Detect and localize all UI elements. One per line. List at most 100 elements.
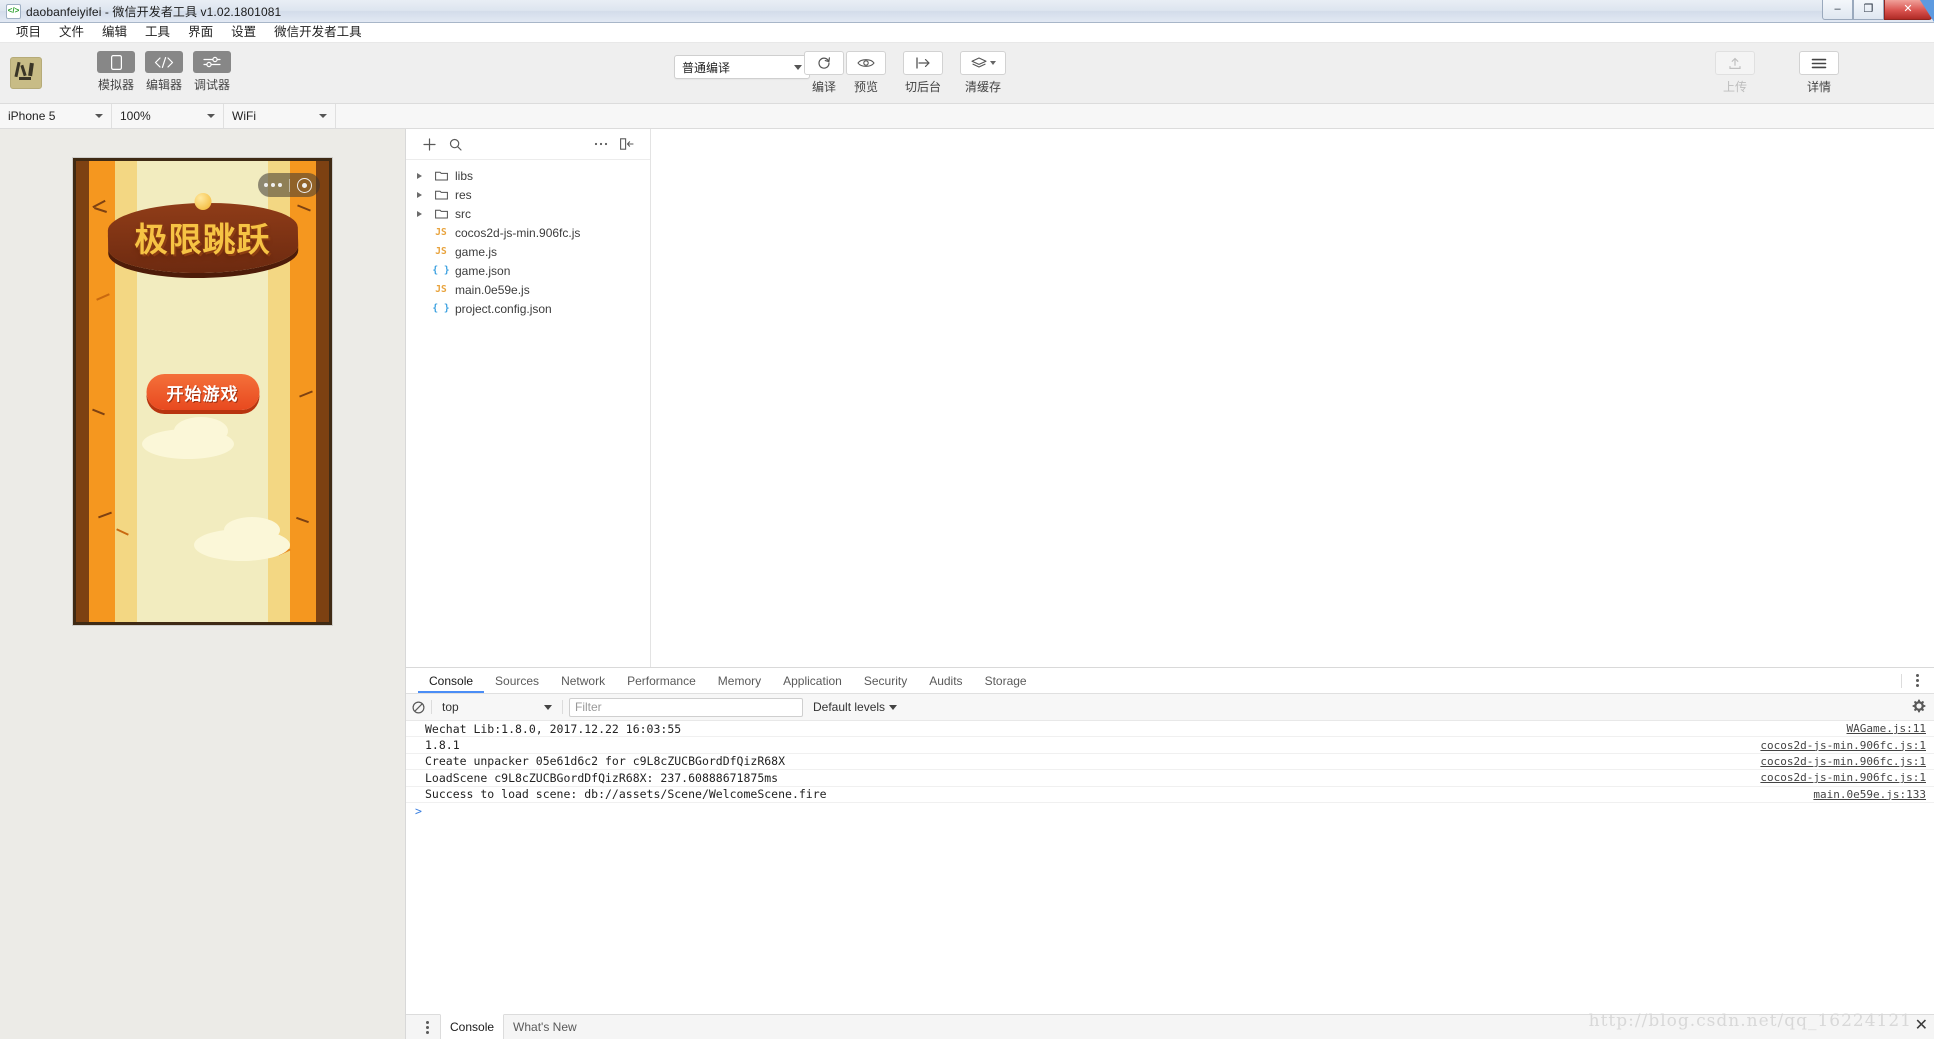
- toolbar-button-upload[interactable]: 上传: [1714, 51, 1756, 95]
- devtools-upper: libs res: [406, 129, 1934, 667]
- console-log-message: Success to load scene: db://assets/Scene…: [425, 787, 827, 801]
- chevron-down-icon: [95, 114, 103, 118]
- menu-item-file[interactable]: 文件: [50, 23, 93, 42]
- game-title: 极限跳跃: [135, 213, 271, 261]
- gear-icon[interactable]: [1912, 699, 1926, 713]
- drawer-menu-icon[interactable]: [418, 1018, 436, 1036]
- tree-row-game-js[interactable]: JS game.js: [406, 242, 650, 261]
- layers-icon: [960, 51, 1006, 75]
- device-select[interactable]: iPhone 5: [0, 104, 112, 128]
- menu-item-project[interactable]: 项目: [7, 23, 50, 42]
- phone-frame: 极限跳跃 开始游戏: [73, 158, 332, 625]
- compile-mode-select[interactable]: 普通编译: [674, 55, 810, 79]
- toolbar-button-simulator[interactable]: 模拟器: [95, 51, 137, 93]
- tab-sources[interactable]: Sources: [484, 668, 550, 693]
- tree-row-src[interactable]: src: [406, 204, 650, 223]
- file-tree-list: libs res: [406, 160, 650, 667]
- minimize-button[interactable]: –: [1822, 0, 1853, 20]
- tab-audits[interactable]: Audits: [918, 668, 973, 693]
- menu-item-devtool[interactable]: 微信开发者工具: [265, 23, 371, 42]
- toolbar-button-debugger[interactable]: 调试器: [191, 51, 233, 93]
- tab-performance[interactable]: Performance: [616, 668, 707, 693]
- network-select-value: WiFi: [232, 109, 256, 123]
- devtools-menu-icon[interactable]: [1908, 672, 1926, 690]
- drawer-tab-whats-new[interactable]: What's New: [504, 1015, 586, 1039]
- tab-storage[interactable]: Storage: [974, 668, 1038, 693]
- menu-item-interface[interactable]: 界面: [179, 23, 222, 42]
- more-icon[interactable]: [588, 142, 614, 146]
- start-game-button[interactable]: 开始游戏: [146, 374, 259, 410]
- game-screen[interactable]: 极限跳跃 开始游戏: [76, 161, 329, 622]
- console-context-value: top: [442, 700, 459, 714]
- watermark-close-icon[interactable]: ✕: [1915, 1015, 1928, 1035]
- toolbar-button-editor[interactable]: 编辑器: [143, 51, 185, 93]
- zoom-select-value: 100%: [120, 109, 151, 123]
- search-icon[interactable]: [442, 138, 468, 151]
- toolbar-button-upload-label: 上传: [1723, 78, 1747, 95]
- console-log-source[interactable]: cocos2d-js-min.906fc.js:1: [1750, 771, 1926, 784]
- chevron-right-icon[interactable]: [417, 192, 431, 198]
- console-log-source[interactable]: cocos2d-js-min.906fc.js:1: [1750, 739, 1926, 752]
- network-select[interactable]: WiFi: [224, 104, 336, 128]
- console-log-row[interactable]: Success to load scene: db://assets/Scene…: [406, 787, 1934, 803]
- tab-console[interactable]: Console: [418, 668, 484, 693]
- tree-label: libs: [455, 169, 473, 183]
- console-log-row[interactable]: LoadScene c9L8cZUCBGordDfQizR68X: 237.60…: [406, 770, 1934, 786]
- chevron-right-icon[interactable]: [417, 211, 431, 217]
- console-log-row[interactable]: Create unpacker 05e61d6c2 for c9L8cZUCBG…: [406, 754, 1934, 770]
- tree-row-res[interactable]: res: [406, 185, 650, 204]
- editor-pane[interactable]: [651, 129, 1934, 667]
- toolbar-button-compile-label: 编译: [812, 78, 836, 95]
- tree-row-project-config[interactable]: { } project.config.json: [406, 299, 650, 318]
- tree-row-game-json[interactable]: { } game.json: [406, 261, 650, 280]
- tab-network[interactable]: Network: [550, 668, 616, 693]
- tree-row-main-js[interactable]: JS main.0e59e.js: [406, 280, 650, 299]
- toolbar-button-details[interactable]: 详情: [1798, 51, 1840, 95]
- folder-icon: [431, 170, 451, 181]
- console-log-message: LoadScene c9L8cZUCBGordDfQizR68X: 237.60…: [425, 771, 778, 785]
- console-log-source[interactable]: cocos2d-js-min.906fc.js:1: [1750, 755, 1926, 768]
- toolbar-button-clearcache-label: 清缓存: [965, 78, 1001, 95]
- console-context-select[interactable]: top: [438, 699, 556, 716]
- filterbar-divider: [431, 700, 432, 714]
- chevron-down-icon: [794, 65, 802, 70]
- toolbar-button-details-label: 详情: [1807, 78, 1831, 95]
- toolbar-button-preview[interactable]: 预览: [845, 51, 887, 95]
- console-prompt[interactable]: >: [406, 803, 1934, 820]
- restore-icon: ❐: [1864, 4, 1874, 15]
- tab-security[interactable]: Security: [853, 668, 918, 693]
- zoom-select[interactable]: 100%: [112, 104, 224, 128]
- chevron-right-icon[interactable]: [417, 173, 431, 179]
- console-log-row[interactable]: 1.8.1 cocos2d-js-min.906fc.js:1: [406, 737, 1934, 753]
- plus-icon[interactable]: [416, 138, 442, 151]
- tree-row-cocos2d[interactable]: JS cocos2d-js-min.906fc.js: [406, 223, 650, 242]
- drawer-tab-console[interactable]: Console: [440, 1014, 504, 1039]
- folder-icon: [431, 208, 451, 219]
- menu-item-settings[interactable]: 设置: [222, 23, 265, 42]
- console-log-message: Create unpacker 05e61d6c2 for c9L8cZUCBG…: [425, 754, 785, 768]
- toolbar-button-compile[interactable]: 编译: [803, 51, 845, 95]
- collapse-panel-icon[interactable]: [614, 138, 640, 150]
- titlebar-decoration: [1920, 0, 1934, 22]
- phone-icon: [97, 51, 135, 73]
- console-log-source[interactable]: main.0e59e.js:133: [1803, 788, 1926, 801]
- menu-item-edit[interactable]: 编辑: [93, 23, 136, 42]
- refresh-icon: [804, 51, 844, 75]
- console-filter-input[interactable]: Filter: [569, 698, 803, 717]
- restore-button[interactable]: ❐: [1853, 0, 1884, 20]
- tab-memory[interactable]: Memory: [707, 668, 772, 693]
- no-entry-icon[interactable]: [412, 701, 425, 714]
- toolbar-button-clearcache[interactable]: 清缓存: [959, 51, 1007, 95]
- simulator-pane: 极限跳跃 开始游戏: [0, 129, 405, 1039]
- window-controls: – ❐ ✕: [1822, 0, 1934, 22]
- project-thumbnail[interactable]: [10, 57, 42, 89]
- console-log-source[interactable]: WAGame.js:11: [1837, 722, 1926, 735]
- console-log-row[interactable]: Wechat Lib:1.8.0, 2017.12.22 16:03:55 WA…: [406, 721, 1934, 737]
- close-icon: ✕: [1903, 4, 1912, 15]
- tab-application[interactable]: Application: [772, 668, 853, 693]
- tree-row-libs[interactable]: libs: [406, 166, 650, 185]
- menu-item-tools[interactable]: 工具: [136, 23, 179, 42]
- console-log-list[interactable]: Wechat Lib:1.8.0, 2017.12.22 16:03:55 WA…: [406, 721, 1934, 1014]
- toolbar-button-background[interactable]: 切后台: [899, 51, 947, 95]
- console-levels-dropdown[interactable]: Default levels: [813, 700, 897, 714]
